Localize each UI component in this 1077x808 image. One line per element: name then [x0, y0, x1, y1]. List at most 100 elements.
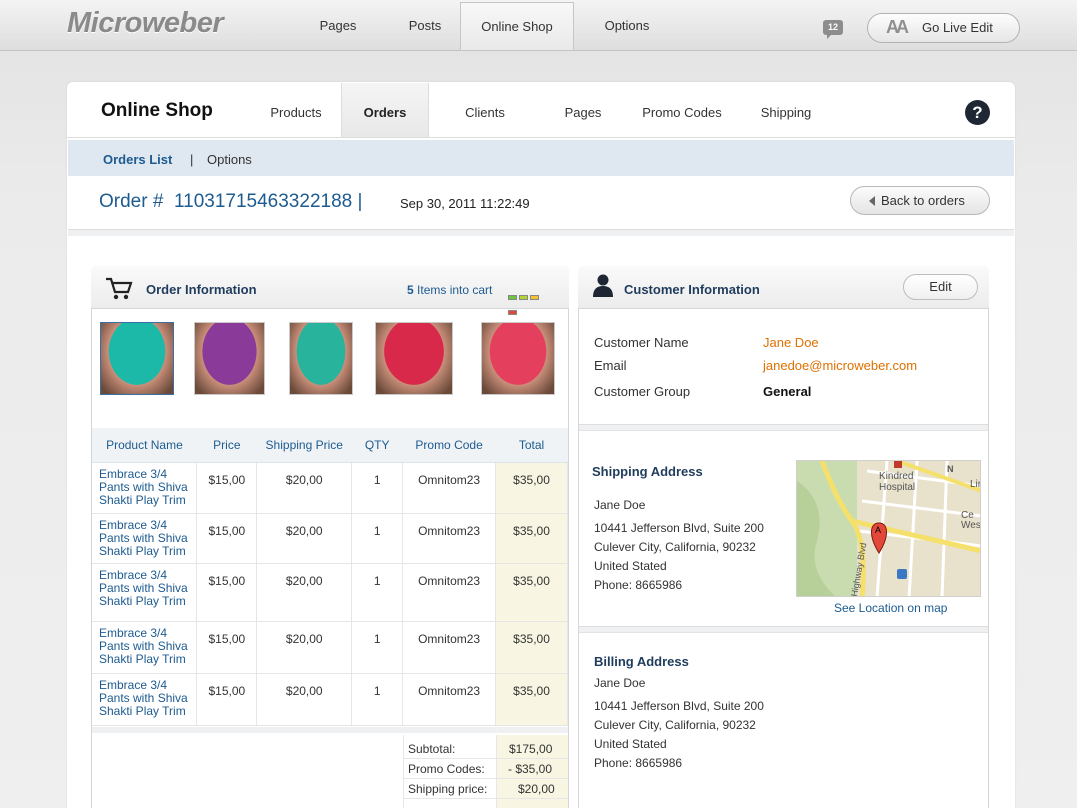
address-line: Culever City, California, 90232 — [594, 540, 756, 554]
topnav-online-shop[interactable]: Online Shop — [460, 2, 574, 50]
notification-count: 12 — [827, 22, 838, 32]
table-row[interactable]: Embrace 3/4 Pants with Shiva Shakti Play… — [92, 621, 568, 674]
map-label: Lir — [970, 479, 981, 490]
help-icon[interactable]: ? — [965, 100, 990, 125]
map-label: Wes — [961, 520, 981, 531]
order-date: Sep 30, 2011 11:22:49 — [400, 196, 530, 211]
product-name-link[interactable]: Embrace 3/4 Pants with Shiva Shakti Play… — [92, 563, 198, 622]
tab-shipping[interactable]: Shipping — [753, 83, 819, 137]
email-link[interactable]: janedoe@microweber.com — [763, 358, 917, 373]
address-line: Jane Doe — [594, 498, 646, 512]
product-thumbnail[interactable] — [375, 322, 453, 395]
column-header[interactable]: Promo Code — [402, 428, 496, 463]
divider — [403, 758, 568, 759]
see-location-link[interactable]: See Location on map — [834, 601, 947, 615]
cart-text: Items into cart — [417, 283, 493, 297]
column-header[interactable]: Total — [495, 428, 568, 463]
subtab-options[interactable]: Options — [207, 152, 252, 167]
promo-code-cell: Omnitom23 — [402, 563, 497, 622]
shipping-price-cell: $20,00 — [256, 563, 353, 622]
cart-summary[interactable]: 5 Items into cart — [407, 283, 492, 297]
status-bar — [508, 310, 517, 315]
back-to-orders-button[interactable]: Back to orders — [850, 186, 990, 215]
promo-codes-label: Promo Codes: — [408, 762, 485, 776]
status-bar — [519, 295, 528, 300]
section-divider — [579, 626, 988, 633]
column-header[interactable]: Shipping Price — [256, 428, 352, 463]
customer-information-title: Customer Information — [624, 282, 760, 297]
status-bar — [530, 295, 539, 300]
cart-count: 5 — [407, 283, 414, 297]
map-label: Kindred — [879, 471, 913, 482]
price-cell: $15,00 — [196, 621, 258, 674]
table-row[interactable]: Embrace 3/4 Pants with Shiva Shakti Play… — [92, 673, 568, 726]
edit-customer-button[interactable]: Edit — [903, 274, 978, 300]
qty-cell: 1 — [351, 462, 404, 514]
product-name-link[interactable]: Embrace 3/4 Pants with Shiva Shakti Play… — [92, 462, 198, 514]
page-title: Online Shop — [101, 100, 213, 121]
aa-icon: AA — [886, 17, 909, 37]
order-number: 11031715463322188 — [173, 191, 353, 212]
divider — [403, 778, 568, 779]
shipping-address-title: Shipping Address — [592, 464, 703, 479]
tab-products[interactable]: Products — [260, 83, 332, 137]
qty-cell: 1 — [351, 563, 404, 622]
table-row[interactable]: Embrace 3/4 Pants with Shiva Shakti Play… — [92, 563, 568, 622]
tab-pages[interactable]: Pages — [556, 83, 610, 137]
product-name-link[interactable]: Embrace 3/4 Pants with Shiva Shakti Play… — [92, 673, 198, 726]
address-line: 10441 Jefferson Blvd, Suite 200 — [594, 521, 764, 535]
total-cell: $35,00 — [495, 621, 568, 674]
topnav-pages[interactable]: Pages — [306, 2, 370, 50]
shipping-price-cell: $20,00 — [256, 673, 353, 726]
customer-name-value: Jane Doe — [763, 335, 819, 350]
location-map[interactable]: A Kindred Hospital Ce Wes Lir N Highway … — [796, 460, 981, 597]
address-line: United Stated — [594, 559, 667, 573]
customer-group-value: General — [763, 384, 812, 399]
column-header[interactable]: Price — [196, 428, 257, 463]
order-number-label: Order # — [99, 191, 164, 212]
price-cell: $15,00 — [196, 462, 258, 514]
price-cell: $15,00 — [196, 513, 258, 564]
user-icon — [593, 274, 613, 297]
product-thumbnail[interactable] — [289, 322, 353, 395]
divider — [67, 137, 1015, 138]
topnav-posts[interactable]: Posts — [395, 2, 455, 50]
map-label: A — [875, 525, 881, 535]
tab-promo-codes[interactable]: Promo Codes — [637, 83, 727, 137]
customer-group-label: Customer Group — [594, 384, 691, 399]
cart-icon — [106, 277, 133, 300]
table-row[interactable]: Embrace 3/4 Pants with Shiva Shakti Play… — [92, 513, 568, 564]
shipping-price-cell: $20,00 — [256, 462, 353, 514]
price-cell: $15,00 — [196, 673, 258, 726]
order-items-table: Product Name Price Shipping Price QTY Pr… — [92, 428, 568, 726]
product-thumbnail[interactable] — [100, 322, 174, 395]
cart-status-bars — [508, 288, 551, 315]
address-line: Culever City, California, 90232 — [594, 718, 756, 732]
price-cell: $15,00 — [196, 563, 258, 622]
map-label: Hospital — [879, 482, 915, 493]
column-header[interactable]: QTY — [351, 428, 403, 463]
map-graphic: A Kindred Hospital Ce Wes Lir N Highway … — [797, 461, 981, 596]
logo[interactable]: Microweber — [67, 7, 224, 40]
product-name-link[interactable]: Embrace 3/4 Pants with Shiva Shakti Play… — [92, 621, 198, 674]
go-live-edit-button[interactable]: AA Go Live Edit — [867, 13, 1020, 43]
table-row[interactable]: Embrace 3/4 Pants with Shiva Shakti Play… — [92, 462, 568, 514]
promo-code-cell: Omnitom23 — [402, 673, 497, 726]
product-thumbnail[interactable] — [194, 322, 265, 395]
subtab-orders-list[interactable]: Orders List — [103, 152, 172, 167]
order-separator: | — [357, 191, 363, 212]
notifications-icon[interactable]: 12 — [823, 20, 843, 39]
go-live-edit-label: Go Live Edit — [922, 20, 993, 35]
back-to-orders-label: Back to orders — [881, 193, 965, 208]
tab-orders[interactable]: Orders — [341, 83, 429, 137]
order-number-heading: Order # 11031715463322188 | — [99, 191, 362, 213]
topnav-options[interactable]: Options — [593, 2, 661, 50]
promo-code-cell: Omnitom23 — [402, 621, 497, 674]
promo-codes-value: - $35,00 — [508, 762, 553, 776]
product-thumbnail[interactable] — [481, 322, 555, 395]
tab-clients[interactable]: Clients — [455, 83, 515, 137]
customer-name-label: Customer Name — [594, 335, 689, 350]
total-cell: $35,00 — [495, 513, 568, 564]
column-header[interactable]: Product Name — [92, 428, 197, 463]
product-name-link[interactable]: Embrace 3/4 Pants with Shiva Shakti Play… — [92, 513, 198, 564]
